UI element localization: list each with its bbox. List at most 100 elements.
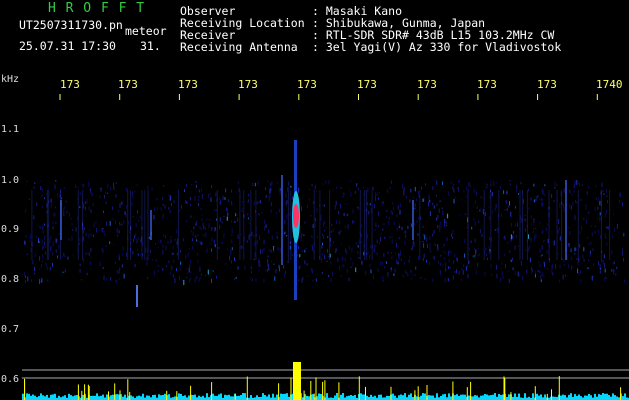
noise-pixel <box>506 208 508 211</box>
noise-pixel <box>39 226 41 229</box>
noise-pixel <box>559 203 561 208</box>
noise-streak <box>243 190 245 260</box>
noise-pixel <box>320 214 322 216</box>
spectrum-bar <box>306 395 308 400</box>
noise-pixel <box>115 279 117 283</box>
noise-pixel <box>562 203 564 206</box>
noise-pixel <box>461 278 463 281</box>
noise-pixel <box>606 226 608 229</box>
time-tick: 173 <box>60 78 80 91</box>
noise-pixel <box>89 229 91 231</box>
noise-pixel <box>393 273 395 276</box>
noise-pixel <box>227 199 229 202</box>
spectrum-bar <box>162 395 164 400</box>
spectrum-bar <box>106 394 108 400</box>
noise-pixel <box>507 205 509 208</box>
noise-pixel <box>426 259 427 263</box>
spectrum-spike <box>358 376 360 400</box>
noise-pixel <box>350 257 352 261</box>
noise-pixel <box>594 207 596 211</box>
noise-pixel <box>590 276 592 279</box>
noise-pixel <box>248 199 250 202</box>
noise-pixel <box>570 256 572 260</box>
spectrum-bar <box>216 395 218 400</box>
noise-pixel <box>203 225 205 230</box>
spectrum-bar <box>624 393 626 400</box>
noise-pixel <box>576 200 578 204</box>
spectrum-bar <box>90 396 92 400</box>
noise-pixel <box>316 208 318 213</box>
noise-streak <box>77 190 79 260</box>
noise-pixel <box>369 203 371 206</box>
noise-pixel <box>169 195 171 199</box>
freq-tick: 0.6 <box>1 374 20 385</box>
noise-pixel <box>50 203 52 209</box>
noise-pixel <box>115 194 117 198</box>
noise-pixel <box>163 234 165 237</box>
noise-pixel <box>317 235 318 238</box>
noise-streak <box>239 190 241 260</box>
spectrum-spike <box>303 390 305 400</box>
noise-pixel <box>559 227 560 230</box>
noise-pixel <box>350 266 352 268</box>
spectrum-spike <box>87 384 89 400</box>
noise-pixel <box>381 202 383 206</box>
noise-pixel <box>43 244 45 247</box>
noise-pixel <box>105 201 107 204</box>
noise-pixel <box>530 215 532 219</box>
noise-pixel <box>323 236 325 239</box>
noise-pixel <box>432 234 433 237</box>
noise-pixel <box>580 199 582 201</box>
noise-pixel <box>575 247 577 251</box>
noise-pixel <box>389 235 391 239</box>
noise-pixel <box>42 229 44 234</box>
noise-pixel <box>533 235 535 240</box>
noise-pixel <box>226 216 228 221</box>
spectrum-spike <box>322 381 324 400</box>
noise-pixel <box>328 275 330 278</box>
noise-pixel <box>488 250 490 255</box>
noise-pixel <box>607 200 609 204</box>
noise-pixel <box>78 243 80 245</box>
noise-pixel <box>346 268 348 273</box>
noise-pixel <box>390 210 392 213</box>
noise-pixel <box>241 208 243 213</box>
noise-pixel <box>443 250 445 253</box>
spectrum-bar <box>350 395 352 400</box>
noise-pixel <box>345 203 347 205</box>
noise-pixel <box>595 197 597 200</box>
noise-pixel <box>532 228 534 230</box>
noise-pixel <box>504 253 506 256</box>
spectrum-bar <box>112 394 114 400</box>
noise-pixel <box>342 257 344 259</box>
noise-pixel <box>530 238 532 243</box>
noise-pixel <box>335 248 337 251</box>
noise-pixel <box>608 226 610 230</box>
noise-pixel <box>95 221 97 223</box>
noise-pixel <box>225 207 227 211</box>
noise-pixel <box>531 269 533 273</box>
noise-pixel <box>352 220 354 224</box>
noise-pixel <box>249 193 250 195</box>
spectrum-bar <box>334 395 336 400</box>
noise-pixel <box>312 279 314 282</box>
noise-pixel <box>62 271 64 273</box>
spectrum-bar <box>152 395 154 400</box>
noise-pixel <box>441 181 443 185</box>
noise-pixel <box>195 223 197 226</box>
noise-pixel <box>174 277 176 282</box>
noise-pixel <box>615 273 617 276</box>
noise-pixel <box>474 200 476 204</box>
noise-pixel <box>568 264 570 269</box>
noise-pixel <box>197 241 199 243</box>
noise-pixel <box>180 205 182 209</box>
noise-pixel <box>72 229 74 231</box>
noise-pixel <box>264 219 266 225</box>
noise-pixel <box>551 269 553 274</box>
spectrum-bar <box>308 396 310 400</box>
spectrum-bar <box>44 396 46 400</box>
noise-pixel <box>129 229 131 234</box>
noise-streak <box>483 190 485 260</box>
noise-pixel <box>599 270 601 274</box>
noise-pixel <box>194 196 196 201</box>
